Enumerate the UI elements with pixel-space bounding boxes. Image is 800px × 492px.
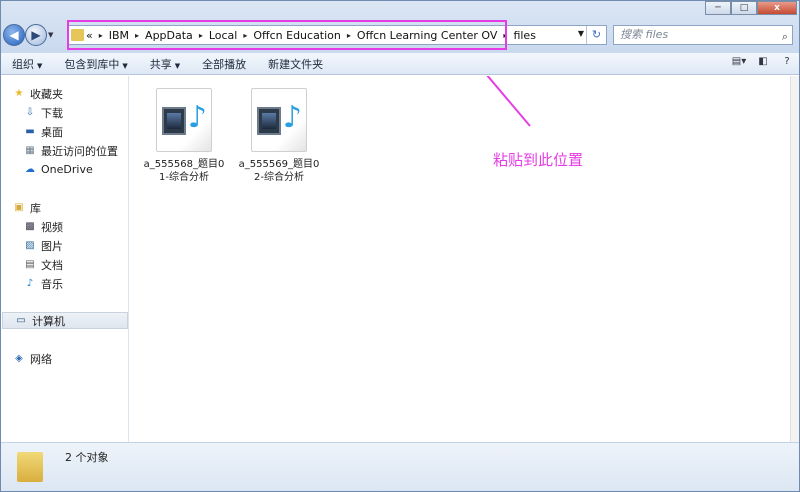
video-icon: ▩ [25,220,35,232]
address-dropdown-icon[interactable]: ▼ [578,29,584,38]
command-toolbar: 组织 ▼ 包含到库中 ▼ 共享 ▼ 全部播放 新建文件夹 ▤▾ ◧ ? [1,53,799,75]
nav-libraries-label: 库 [30,201,41,215]
file-list: ♪ a_555568_题目01-综合分析 ♪ a_555569_题目02-综合分… [130,76,790,442]
maximize-button[interactable]: □ [731,1,757,15]
nav-music[interactable]: ♪ 音乐 [24,275,63,292]
chevron-down-icon: ▼ [122,61,128,70]
nav-recent-places[interactable]: ▦ 最近访问的位置 [24,142,118,159]
address-highlight-box [67,20,507,50]
breadcrumb-files[interactable]: files [513,29,535,42]
title-address-bar: ─ □ x ◀ ▶ ▼ « ▸ IBM ▸ AppData ▸ Local ▸ … [1,1,799,53]
nav-downloads[interactable]: ⇩ 下载 [24,104,63,121]
annotation-arrow [486,76,531,127]
recent-places-icon: ▦ [25,144,35,156]
chevron-down-icon: ▼ [174,61,181,70]
include-in-library-label: 包含到库中 [64,57,120,71]
status-bar: 2 个对象 [1,442,799,491]
nav-network-label: 网络 [30,352,52,366]
nav-recent-label: 最近访问的位置 [41,144,118,158]
nav-computer[interactable]: ▭ 计算机 [2,312,128,329]
preview-pane-icon[interactable]: ◧ [755,56,771,70]
folder-icon [17,452,43,482]
search-placeholder: 搜索 files [620,28,669,41]
forward-button[interactable]: ▶ [25,24,47,46]
window-controls: ─ □ x [705,1,797,15]
nav-videos-label: 视频 [41,220,63,234]
play-all-button[interactable]: 全部播放 [191,56,257,72]
share-label: 共享 [149,57,172,71]
nav-favorites[interactable]: ★ 收藏夹 [13,85,63,102]
share-menu[interactable]: 共享 ▼ [139,56,191,72]
nav-videos[interactable]: ▩ 视频 [24,218,63,235]
nav-documents[interactable]: ▤ 文档 [24,256,63,273]
refresh-icon[interactable]: ↻ [586,26,606,44]
item-count: 2 个对象 [65,451,109,464]
nav-desktop-label: 桌面 [41,125,63,139]
new-folder-button[interactable]: 新建文件夹 [257,56,334,72]
back-button[interactable]: ◀ [3,24,25,46]
nav-onedrive[interactable]: ☁ OneDrive [24,161,93,178]
navigation-pane: ★ 收藏夹 ⇩ 下载 ▬ 桌面 ▦ 最近访问的位置 ☁ OneDrive ▣ 库… [1,76,129,442]
nav-pictures-label: 图片 [41,239,63,253]
include-in-library-menu[interactable]: 包含到库中 ▼ [53,56,138,72]
documents-icon: ▤ [25,258,35,270]
explorer-window: ─ □ x ◀ ▶ ▼ « ▸ IBM ▸ AppData ▸ Local ▸ … [0,0,800,492]
network-icon: ◈ [15,352,23,364]
organize-menu[interactable]: 组织 ▼ [1,56,53,72]
nav-network[interactable]: ◈ 网络 [13,350,52,367]
nav-downloads-label: 下载 [41,106,63,120]
nav-onedrive-label: OneDrive [41,163,93,176]
downloads-icon: ⇩ [25,106,35,118]
nav-music-label: 音乐 [41,277,63,291]
desktop-icon: ▬ [25,125,35,137]
chevron-down-icon: ▼ [37,61,43,70]
organize-label: 组织 [12,57,34,71]
music-icon: ♪ [26,277,34,289]
search-icon[interactable]: ⌕ [782,28,788,46]
nav-pictures[interactable]: ▨ 图片 [24,237,63,254]
nav-desktop[interactable]: ▬ 桌面 [24,123,63,140]
search-input[interactable]: 搜索 files ⌕ [613,25,793,45]
library-icon: ▣ [14,201,24,213]
nav-computer-label: 计算机 [32,314,65,328]
nav-documents-label: 文档 [41,258,63,272]
recent-pages-dropdown[interactable]: ▼ [48,31,53,39]
close-button[interactable]: x [757,1,797,15]
pictures-icon: ▨ [25,239,35,251]
star-icon: ★ [14,87,24,99]
cloud-icon: ☁ [25,163,35,175]
annotation-text: 粘贴到此位置 [493,151,584,169]
nav-libraries[interactable]: ▣ 库 [13,199,41,216]
computer-icon: ▭ [16,314,26,326]
view-options-icon[interactable]: ▤▾ [731,56,747,70]
view-controls: ▤▾ ◧ ? [731,56,795,70]
vertical-scrollbar[interactable] [790,76,799,442]
help-icon[interactable]: ? [779,56,795,70]
minimize-button[interactable]: ─ [705,1,731,15]
nav-favorites-label: 收藏夹 [30,87,63,101]
